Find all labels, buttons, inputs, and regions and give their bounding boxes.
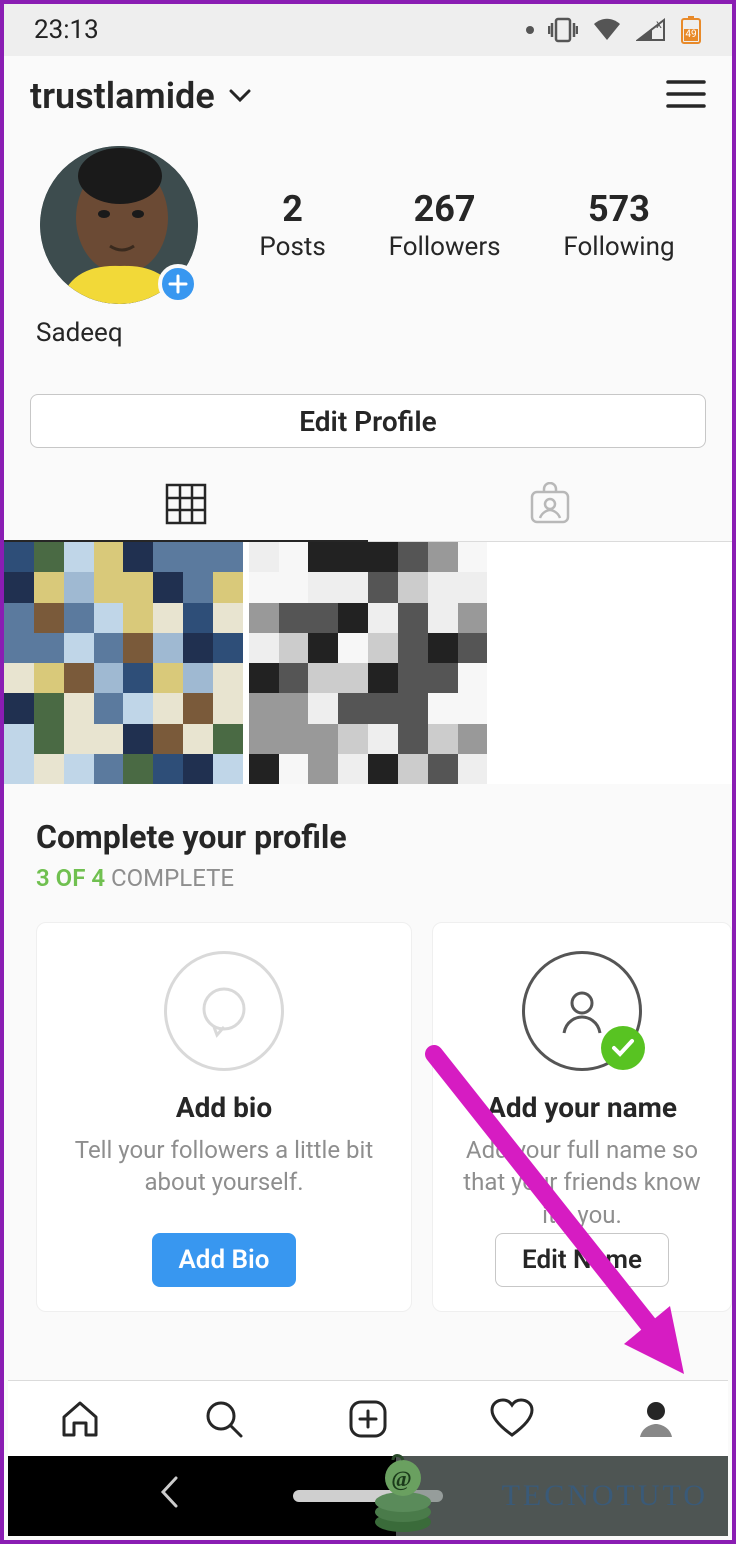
card-add-name: Add your name Add your full name so that… bbox=[432, 922, 732, 1312]
posts-label: Posts bbox=[259, 232, 325, 262]
card-desc: Add your full name so that your friends … bbox=[453, 1134, 711, 1231]
stat-following[interactable]: 573 Following bbox=[563, 188, 674, 262]
speech-bubble-icon bbox=[196, 983, 252, 1039]
grid-icon bbox=[165, 483, 207, 525]
followers-count: 267 bbox=[389, 188, 501, 230]
edit-name-button[interactable]: Edit Name bbox=[495, 1233, 669, 1287]
home-icon bbox=[58, 1397, 102, 1441]
stat-followers[interactable]: 267 Followers bbox=[389, 188, 501, 262]
card-add-bio: Add bio Tell your followers a little bit… bbox=[36, 922, 412, 1312]
android-status-bar: 23:13 x 49 bbox=[4, 4, 732, 56]
bottom-nav bbox=[8, 1380, 728, 1456]
complete-title: Complete your profile bbox=[36, 818, 700, 856]
post-empty bbox=[493, 542, 732, 784]
post-thumbnail[interactable] bbox=[4, 542, 243, 784]
profile-view-tabs bbox=[4, 466, 732, 542]
dot-icon bbox=[526, 26, 534, 34]
plus-square-icon bbox=[346, 1397, 390, 1441]
battery-icon: 49 bbox=[680, 15, 702, 45]
vibrate-icon bbox=[548, 17, 578, 43]
status-time: 23:13 bbox=[34, 15, 99, 45]
watermark: @ TECNOTUTO bbox=[396, 1456, 728, 1536]
post-thumbnail[interactable] bbox=[249, 542, 488, 784]
complete-progress: 3 OF 4 COMPLETE bbox=[36, 864, 700, 892]
heart-icon bbox=[488, 1397, 536, 1441]
menu-button[interactable] bbox=[666, 79, 706, 113]
profile-icon bbox=[636, 1399, 676, 1439]
add-story-button[interactable] bbox=[158, 264, 198, 304]
wifi-icon bbox=[592, 18, 622, 42]
search-icon bbox=[202, 1397, 246, 1441]
signal-icon: x bbox=[636, 18, 666, 42]
plus-icon bbox=[168, 274, 188, 294]
nav-profile[interactable] bbox=[584, 1381, 728, 1456]
card-title: Add bio bbox=[176, 1091, 272, 1124]
nav-new-post[interactable] bbox=[296, 1381, 440, 1456]
tab-tagged[interactable] bbox=[368, 466, 732, 541]
profile-info-row: 2 Posts 267 Followers 573 Following bbox=[4, 136, 732, 304]
chevron-down-icon bbox=[229, 89, 251, 103]
check-icon bbox=[611, 1038, 635, 1058]
tagged-icon bbox=[528, 482, 572, 526]
card-title: Add your name bbox=[487, 1091, 677, 1124]
android-back-button[interactable] bbox=[158, 1475, 180, 1518]
tab-grid[interactable] bbox=[4, 466, 368, 541]
back-icon bbox=[158, 1475, 180, 1509]
posts-grid bbox=[4, 542, 732, 784]
person-icon bbox=[554, 983, 610, 1039]
stat-posts[interactable]: 2 Posts bbox=[259, 188, 325, 262]
svg-text:x: x bbox=[656, 18, 662, 31]
nav-search[interactable] bbox=[152, 1381, 296, 1456]
nav-home[interactable] bbox=[8, 1381, 152, 1456]
svg-text:49: 49 bbox=[685, 29, 696, 40]
card-desc: Tell your followers a little bit about y… bbox=[57, 1134, 391, 1199]
status-icons: x 49 bbox=[526, 15, 702, 45]
watermark-text: TECNOTUTO bbox=[502, 1479, 708, 1513]
following-count: 573 bbox=[563, 188, 674, 230]
following-label: Following bbox=[563, 232, 674, 262]
username-text: trustlamide bbox=[30, 75, 215, 117]
app-header: trustlamide bbox=[4, 56, 732, 136]
followers-label: Followers bbox=[389, 232, 501, 262]
add-bio-button[interactable]: Add Bio bbox=[152, 1233, 295, 1287]
complete-cards: Add bio Tell your followers a little bit… bbox=[4, 902, 732, 1332]
card-icon-bio bbox=[164, 951, 284, 1071]
profile-stats: 2 Posts 267 Followers 573 Following bbox=[198, 188, 706, 262]
svg-text:@: @ bbox=[391, 1466, 414, 1491]
display-name: Sadeeq bbox=[4, 304, 732, 348]
edit-profile-button[interactable]: Edit Profile bbox=[30, 394, 706, 448]
check-badge bbox=[601, 1026, 645, 1070]
watermark-logo-icon: @ bbox=[368, 1452, 438, 1542]
avatar-container[interactable] bbox=[40, 146, 198, 304]
card-icon-name bbox=[522, 951, 642, 1071]
posts-count: 2 bbox=[259, 188, 325, 230]
complete-profile-section: Complete your profile 3 OF 4 COMPLETE bbox=[4, 784, 732, 902]
hamburger-icon bbox=[666, 79, 706, 109]
nav-activity[interactable] bbox=[440, 1381, 584, 1456]
username-dropdown[interactable]: trustlamide bbox=[30, 75, 251, 117]
